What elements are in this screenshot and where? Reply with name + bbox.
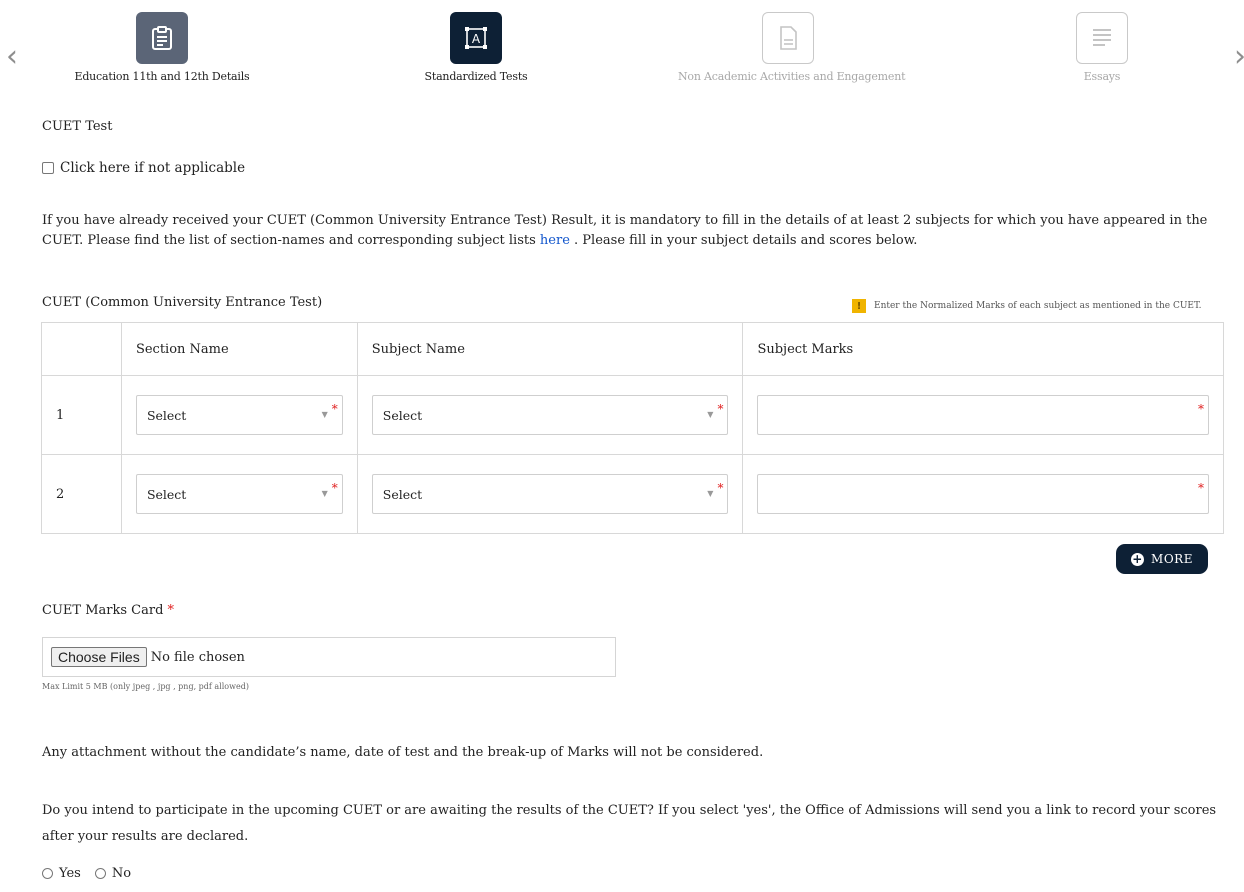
- required-marker: *: [1198, 481, 1204, 495]
- subject-marks-input[interactable]: *: [757, 474, 1209, 514]
- cuet-subjects-table: Section Name Subject Name Subject Marks …: [41, 322, 1224, 534]
- file-size-note: Max Limit 5 MB (only jpeg , jpg , png, p…: [42, 682, 249, 691]
- more-label: MORE: [1151, 552, 1193, 566]
- step-label: Standardized Tests: [424, 70, 528, 83]
- table-row: 1 Select ▼ * Select ▼ * *: [41, 375, 1224, 455]
- chevron-right-icon[interactable]: ›: [1234, 42, 1244, 72]
- no-label: No: [111, 866, 132, 881]
- plus-icon: +: [1131, 551, 1145, 566]
- step-label: Education 11th and 12th Details: [74, 70, 250, 83]
- no-file-text: No file chosen: [150, 649, 245, 665]
- step-education[interactable]: Education 11th and 12th Details: [52, 12, 272, 83]
- yes-radio[interactable]: [42, 868, 53, 879]
- select-value: Select: [382, 486, 423, 502]
- column-header-marks: Subject Marks: [742, 322, 1224, 376]
- marks-card-label: CUET Marks Card *: [42, 603, 174, 618]
- subject-select[interactable]: Select ▼ *: [371, 395, 729, 435]
- step-non-academic[interactable]: Non Academic Activities and Engagement: [678, 12, 906, 83]
- clipboard-icon: [136, 12, 188, 64]
- not-applicable-row[interactable]: Click here if not applicable: [42, 160, 245, 176]
- table-row: 2 Select ▼ * Select ▼ * *: [41, 454, 1224, 534]
- document-icon: [762, 12, 814, 64]
- select-value: Select: [146, 407, 187, 423]
- marks-card-label-text: CUET Marks Card: [42, 603, 164, 618]
- more-button[interactable]: + MORE: [1116, 544, 1208, 574]
- text-lines-icon: [1076, 12, 1128, 64]
- instructions-text-end: . Please fill in your subject details an…: [569, 233, 918, 248]
- subject-cell: Select ▼ *: [356, 375, 744, 455]
- step-standardized-tests[interactable]: A Standardized Tests: [366, 12, 586, 83]
- table-title: CUET (Common University Entrance Test): [42, 295, 323, 310]
- not-applicable-checkbox[interactable]: [42, 162, 54, 174]
- step-label: Essays: [1083, 70, 1121, 83]
- table-header-row: Section Name Subject Name Subject Marks: [41, 322, 1224, 376]
- step-label: Non Academic Activities and Engagement: [678, 70, 906, 83]
- yes-label: Yes: [59, 866, 81, 881]
- caret-down-icon: ▼: [707, 489, 714, 498]
- progress-stepper: ‹ Education 11th and 12th Details A Stan…: [0, 0, 1244, 98]
- select-value: Select: [382, 407, 423, 423]
- upcoming-cuet-radio-group: Yes No: [42, 866, 131, 881]
- required-marker: *: [717, 481, 724, 495]
- marks-cell: *: [742, 454, 1224, 534]
- required-marker: *: [331, 481, 338, 495]
- marks-cell: *: [742, 375, 1224, 455]
- marks-card-file-input: Choose Files No file chosen: [42, 637, 616, 677]
- caret-down-icon: ▼: [321, 489, 328, 498]
- select-value: Select: [146, 486, 187, 502]
- attachment-note: Any attachment without the candidate’s n…: [42, 745, 764, 760]
- step-essays[interactable]: Essays: [992, 12, 1212, 83]
- column-header-section: Section Name: [120, 322, 358, 376]
- not-applicable-label: Click here if not applicable: [60, 160, 246, 176]
- subject-marks-input[interactable]: *: [757, 395, 1209, 435]
- row-number: 1: [41, 375, 122, 455]
- hint-text: Enter the Normalized Marks of each subje…: [874, 301, 1202, 311]
- caret-down-icon: ▼: [321, 410, 328, 419]
- section-select[interactable]: Select ▼ *: [135, 474, 343, 514]
- column-header-index: [41, 322, 122, 376]
- section-select[interactable]: Select ▼ *: [135, 395, 343, 435]
- required-marker: *: [1198, 402, 1204, 416]
- instructions: If you have already received your CUET (…: [42, 211, 1227, 251]
- caret-down-icon: ▼: [707, 410, 714, 419]
- choose-files-button[interactable]: Choose Files: [51, 647, 147, 667]
- chevron-left-icon[interactable]: ‹: [6, 42, 18, 72]
- subject-cell: Select ▼ *: [356, 454, 744, 534]
- subject-select[interactable]: Select ▼ *: [371, 474, 729, 514]
- column-header-subject: Subject Name: [356, 322, 744, 376]
- warning-icon: !: [852, 299, 866, 313]
- row-number: 2: [41, 454, 122, 534]
- required-marker: *: [717, 402, 724, 416]
- section-cell: Select ▼ *: [120, 375, 358, 455]
- upcoming-cuet-question: Do you intend to participate in the upco…: [42, 803, 1217, 844]
- test-icon: A: [450, 12, 502, 64]
- section-cell: Select ▼ *: [120, 454, 358, 534]
- section-title: CUET Test: [42, 119, 113, 134]
- subject-list-link[interactable]: here: [540, 233, 570, 248]
- svg-text:A: A: [472, 32, 481, 46]
- required-marker: *: [167, 603, 175, 618]
- required-marker: *: [331, 402, 338, 416]
- normalized-marks-hint: ! Enter the Normalized Marks of each sub…: [852, 299, 1202, 313]
- no-radio[interactable]: [94, 868, 106, 879]
